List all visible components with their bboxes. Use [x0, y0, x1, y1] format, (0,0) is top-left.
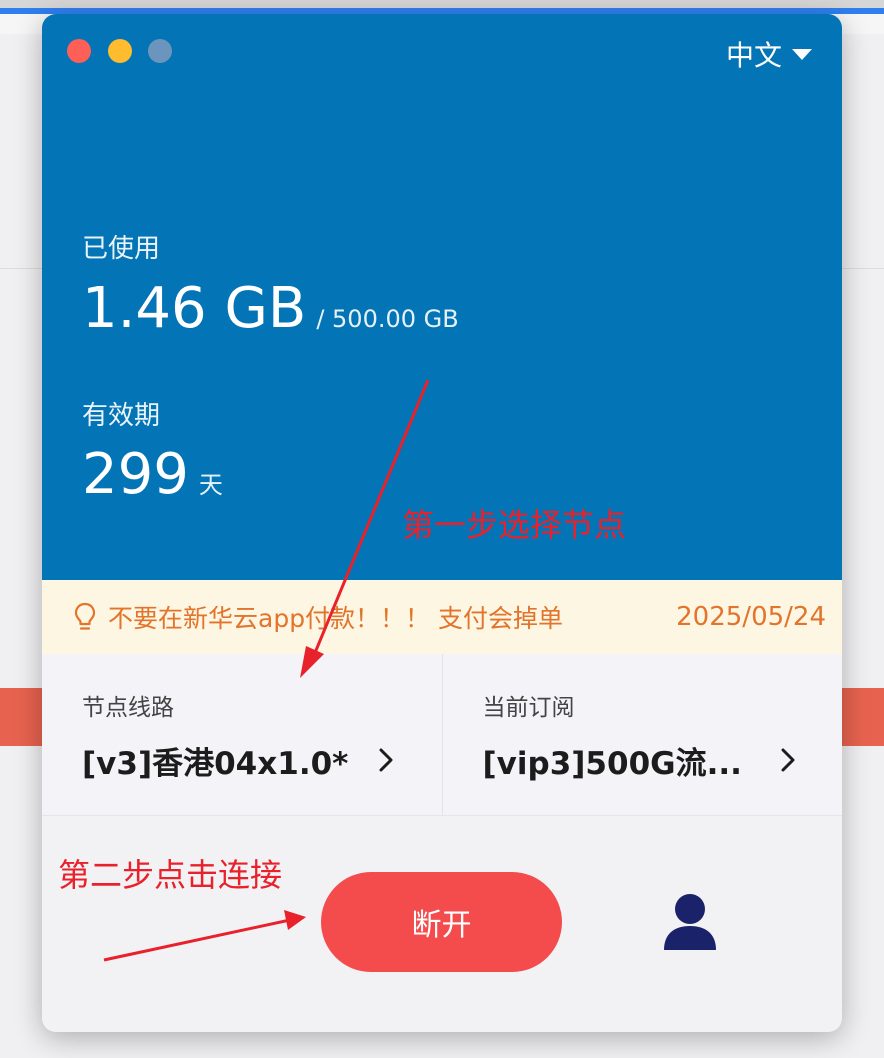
used-amount: 1.46 GB / 500.00 GB — [82, 276, 459, 341]
used-label: 已使用 — [82, 234, 161, 264]
notice-banner: 不要在新华云app付款！！！ 支付会掉单 2025/05/24 — [42, 580, 842, 654]
node-selector[interactable]: 节点线路 [v3]香港04x1.0* — [42, 654, 442, 815]
notice-date: 2025/05/24 — [676, 602, 826, 632]
window-close-button[interactable] — [67, 39, 91, 63]
validity-amount: 299 天 — [82, 442, 223, 507]
user-profile-icon[interactable] — [662, 892, 718, 950]
total-quota: / 500.00 GB — [316, 305, 459, 333]
usage-hero: 中文 已使用 1.46 GB / 500.00 GB 有效期 299 天 — [42, 14, 842, 580]
validity-value: 299 — [82, 442, 189, 507]
subscription-label: 当前订阅 — [482, 695, 575, 721]
connect-toggle-button[interactable]: 断开 — [321, 872, 562, 972]
language-selector[interactable]: 中文 — [726, 34, 812, 74]
selection-panels: 节点线路 [v3]香港04x1.0* 当前订阅 [vip3]500G流... — [42, 654, 842, 816]
action-bar: 断开 — [42, 816, 842, 1032]
lightbulb-icon — [74, 602, 96, 630]
annotation-step1: 第一步选择节点 — [402, 506, 627, 544]
window-minimize-button[interactable] — [108, 39, 132, 63]
node-label: 节点线路 — [82, 695, 174, 721]
annotation-step2: 第二步点击连接 — [58, 856, 283, 894]
validity-unit: 天 — [198, 471, 223, 499]
node-value: [v3]香港04x1.0* — [82, 746, 349, 782]
chevron-right-icon — [781, 748, 794, 772]
chevron-right-icon — [379, 748, 393, 772]
notice-message: 不要在新华云app付款！！！ 支付会掉单 — [108, 604, 564, 633]
window-zoom-button[interactable] — [148, 39, 172, 63]
caret-down-icon — [792, 48, 812, 60]
used-value: 1.46 GB — [82, 276, 307, 341]
validity-label: 有效期 — [82, 401, 161, 431]
language-label: 中文 — [725, 39, 782, 72]
subscription-selector[interactable]: 当前订阅 [vip3]500G流... — [441, 654, 843, 815]
subscription-value: [vip3]500G流... — [482, 746, 742, 782]
background-topbar — [0, 0, 884, 8]
